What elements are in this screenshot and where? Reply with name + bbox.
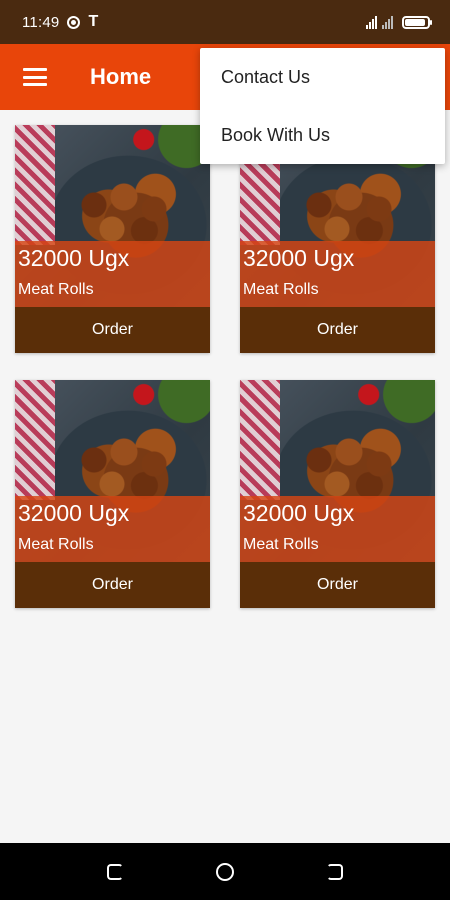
product-name: Meat Rolls: [18, 536, 94, 553]
status-bar: 11:49 T: [0, 0, 450, 44]
page-title: Home: [90, 64, 152, 89]
status-left: 11:49 T: [22, 13, 98, 31]
home-icon: [216, 862, 234, 881]
battery-icon: [402, 15, 432, 29]
price-overlay: 32000 Ugx Meat Rolls: [240, 241, 435, 307]
recents-button[interactable]: [95, 852, 135, 892]
system-nav-bar: [0, 843, 450, 900]
product-price: 32000 Ugx: [243, 500, 355, 526]
status-right: [366, 15, 432, 29]
menu-item-contact-us[interactable]: Contact Us: [200, 48, 445, 106]
order-button[interactable]: Order: [15, 562, 210, 608]
product-price: 32000 Ugx: [243, 245, 355, 271]
status-time: 11:49: [22, 13, 60, 31]
recents-icon: [107, 863, 123, 880]
product-card: 32000 Ugx Meat Rolls Order: [15, 380, 210, 608]
t-icon: T: [88, 13, 99, 30]
hamburger-menu-icon: [23, 68, 47, 86]
back-icon: [327, 863, 343, 880]
product-card: 32000 Ugx Meat Rolls Order: [15, 125, 210, 353]
product-name: Meat Rolls: [243, 281, 319, 298]
price-overlay: 32000 Ugx Meat Rolls: [240, 496, 435, 562]
order-button[interactable]: Order: [240, 562, 435, 608]
price-overlay: 32000 Ugx Meat Rolls: [15, 496, 210, 562]
product-name: Meat Rolls: [18, 281, 94, 298]
order-button[interactable]: Order: [15, 307, 210, 353]
signal-icon-2: [382, 15, 393, 29]
menu-button[interactable]: [0, 44, 70, 110]
menu-item-book-with-us[interactable]: Book With Us: [200, 106, 445, 164]
sync-icon: [67, 15, 81, 29]
signal-icon: [366, 15, 377, 29]
product-price: 32000 Ugx: [18, 245, 130, 271]
order-button[interactable]: Order: [240, 307, 435, 353]
product-name: Meat Rolls: [243, 536, 319, 553]
product-card: 32000 Ugx Meat Rolls Order: [240, 380, 435, 608]
back-button[interactable]: [315, 852, 355, 892]
overflow-menu: Contact Us Book With Us: [200, 48, 445, 164]
home-button[interactable]: [205, 852, 245, 892]
product-price: 32000 Ugx: [18, 500, 130, 526]
price-overlay: 32000 Ugx Meat Rolls: [15, 241, 210, 307]
